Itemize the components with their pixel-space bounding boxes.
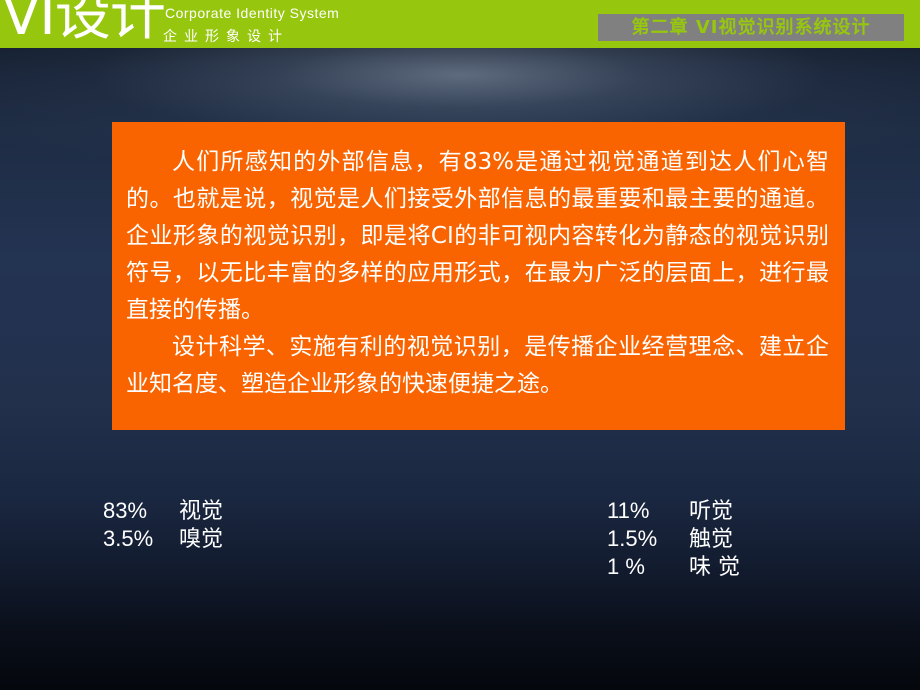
statistic-label: 触觉	[689, 527, 734, 552]
statistic-row: 83% 视觉	[103, 498, 223, 526]
logo-mark: VI设计	[2, 0, 166, 48]
statistic-label: 嗅觉	[179, 527, 224, 552]
statistic-value: 11%	[607, 498, 650, 523]
statistic-value: 83%	[103, 498, 148, 523]
header-bar: VI设计 Corporate Identity System 企业形象设计 第二…	[0, 0, 920, 48]
statistic-row: 11% 听觉	[607, 498, 740, 526]
statistic-label: 味 觉	[689, 555, 740, 580]
statistic-row: 3.5% 嗅觉	[103, 526, 223, 554]
statistic-value: 1.5%	[607, 526, 658, 551]
statistic-label: 视觉	[179, 499, 224, 524]
logo-subtitle-english: Corporate Identity System	[165, 5, 340, 21]
content-paragraph-1: 人们所感知的外部信息，有83%是通过视觉通道到达人们心智的。也就是说，视觉是人们…	[126, 149, 829, 323]
logo-subtitle-chinese: 企业形象设计	[163, 29, 289, 45]
statistic-value: 1 %	[607, 554, 645, 579]
chapter-badge: 第二章 VI视觉识别系统设计	[598, 14, 904, 41]
statistics-block: 83% 视觉 3.5% 嗅觉 11% 听觉 1.5% 触觉 1 % 味 觉	[0, 498, 920, 608]
content-paragraph-2: 设计科学、实施有利的视觉识别，是传播企业经营理念、建立企业知名度、塑造企业形象的…	[126, 334, 829, 397]
statistic-label: 听觉	[689, 499, 734, 524]
slide-canvas: VI设计 Corporate Identity System 企业形象设计 第二…	[0, 0, 920, 690]
statistics-column-right: 11% 听觉 1.5% 触觉 1 % 味 觉	[607, 498, 740, 582]
statistics-column-left: 83% 视觉 3.5% 嗅觉	[103, 498, 223, 554]
content-panel: 人们所感知的外部信息，有83%是通过视觉通道到达人们心智的。也就是说，视觉是人们…	[112, 122, 845, 430]
statistic-row: 1.5% 触觉	[607, 526, 740, 554]
statistic-row: 1 % 味 觉	[607, 554, 740, 582]
statistic-value: 3.5%	[103, 526, 154, 551]
chapter-badge-label: 第二章 VI视觉识别系统设计	[631, 16, 871, 38]
